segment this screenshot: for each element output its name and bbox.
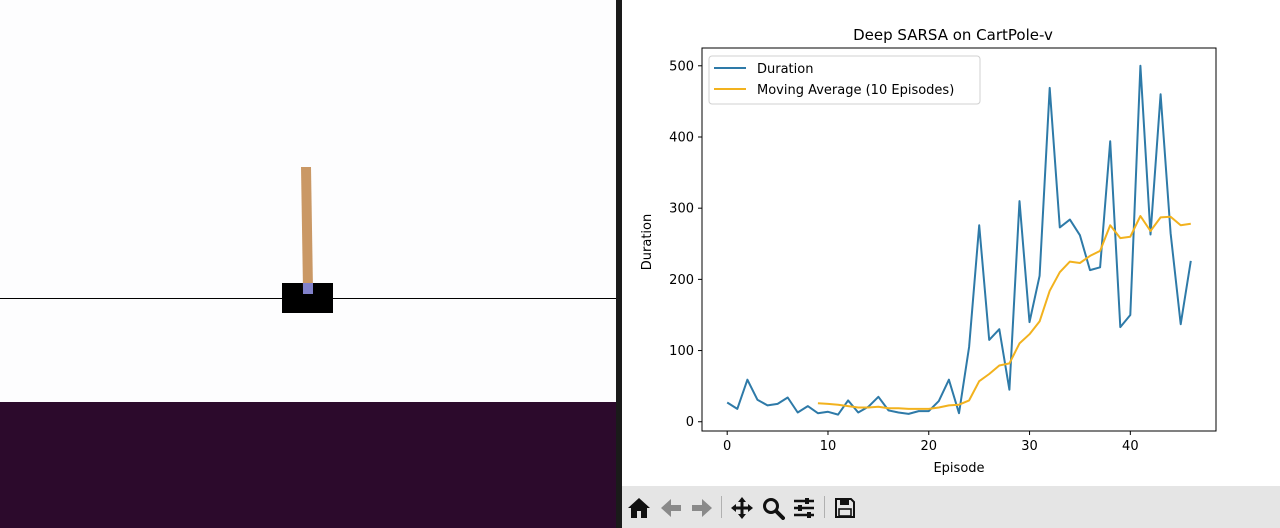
series-lines xyxy=(726,64,1192,416)
home-icon xyxy=(628,498,650,518)
axle xyxy=(303,283,313,294)
magnifier-icon xyxy=(763,498,785,520)
moving-average-line xyxy=(817,215,1191,410)
chart-title: Deep SARSA on CartPole-v xyxy=(853,26,1053,44)
arrow-right-icon xyxy=(692,499,712,517)
legend-label-duration: Duration xyxy=(757,62,813,77)
y-tick-label: 100 xyxy=(669,344,694,359)
toolbar-separator xyxy=(721,496,722,518)
training-chart: Deep SARSA on CartPole-v 010020030040050… xyxy=(640,26,1217,476)
cartpole-render-window xyxy=(0,0,618,402)
y-tick-label: 200 xyxy=(669,273,694,288)
y-tick-label: 500 xyxy=(669,59,694,74)
x-tick-label: 20 xyxy=(920,439,937,454)
legend: Duration Moving Average (10 Episodes) xyxy=(708,55,981,105)
sliders-icon xyxy=(794,498,814,518)
zoom-button[interactable] xyxy=(760,495,786,521)
pan-button[interactable] xyxy=(729,495,755,521)
desktop-background xyxy=(0,402,618,528)
x-tick-label: 30 xyxy=(1021,439,1038,454)
legend-label-moving-average: Moving Average (10 Episodes) xyxy=(757,83,954,98)
y-axis-label: Duration xyxy=(640,214,655,270)
back-button[interactable] xyxy=(658,495,684,521)
cartpole-scene xyxy=(0,167,618,313)
x-tick-label: 10 xyxy=(820,439,837,454)
configure-subplots-button[interactable] xyxy=(791,495,817,521)
toolbar-separator xyxy=(824,496,825,518)
pole xyxy=(301,167,313,290)
arrow-left-icon xyxy=(661,499,681,517)
x-axis-label: Episode xyxy=(933,461,984,476)
move-icon xyxy=(731,497,753,519)
y-tick-label: 400 xyxy=(669,130,694,145)
matplotlib-figure-window: Deep SARSA on CartPole-v 0 100 200 300 400 50… xyxy=(622,0,1280,528)
forward-button[interactable] xyxy=(689,495,715,521)
x-tick-label: 0 xyxy=(723,439,731,454)
y-tick-label: 300 xyxy=(669,202,694,217)
save-button[interactable] xyxy=(832,495,858,521)
navigation-toolbar xyxy=(622,486,1280,528)
y-axis: 0 100 200 300 400 500 xyxy=(669,59,702,430)
x-axis: 0 10 20 30 40 xyxy=(723,431,1139,454)
home-button[interactable] xyxy=(626,495,652,521)
x-tick-label: 40 xyxy=(1122,439,1139,454)
y-tick-label: 0 xyxy=(686,415,694,430)
duration-line xyxy=(726,64,1192,416)
floppy-disk-icon xyxy=(835,498,855,518)
